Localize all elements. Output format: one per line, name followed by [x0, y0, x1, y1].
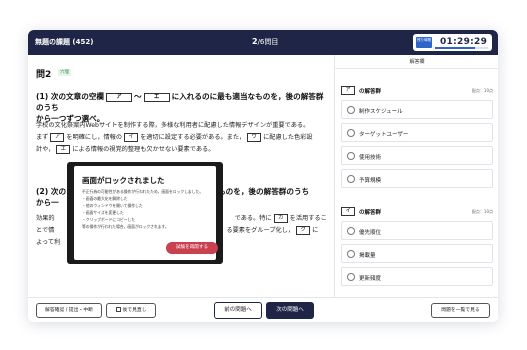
- page-suffix: /6問目: [257, 38, 279, 46]
- timer-label: 残り時間: [416, 37, 432, 48]
- radio-button[interactable]: [347, 106, 355, 114]
- radio-button[interactable]: [347, 227, 355, 235]
- question-body-1: 学校の文化祭案内Webサイトを制作する際，多様な利用者に配慮した情報デザインが重…: [36, 120, 328, 156]
- dialog-title: 画面がロックされました: [82, 176, 165, 185]
- body-text: 効果的: [36, 215, 55, 222]
- answer-option[interactable]: ターゲットユーザー: [341, 123, 493, 142]
- group-title: の解答群: [359, 210, 382, 216]
- radio-button[interactable]: [347, 129, 355, 137]
- heading-text: ～: [134, 92, 142, 101]
- question-number: 問2: [36, 70, 52, 80]
- dialog-line: 不正行為の可能性がある操作が行われたため，画面をロックしました。: [82, 189, 204, 194]
- radio-button[interactable]: [347, 152, 355, 160]
- group-title: の解答群: [359, 89, 382, 95]
- answer-option[interactable]: 予算規模: [341, 169, 493, 188]
- dialog-line: 等の操作が行われた場合，画面がロックされます。: [82, 224, 169, 229]
- submit-button[interactable]: 解答確認 / 提出・中断: [36, 303, 102, 318]
- dialog-line: ・画面の最大化を解除した: [82, 196, 128, 201]
- next-question-button[interactable]: 次の問題へ: [266, 302, 314, 319]
- screen-locked-dialog: 画面がロックされました 不正行為の可能性がある操作が行われたため，画面をロックし…: [67, 162, 223, 264]
- group-points: 配点：10点: [471, 88, 493, 93]
- blank-u: ウ: [247, 132, 262, 142]
- page-counter: 2/6問目: [252, 37, 278, 47]
- radio-button[interactable]: [347, 250, 355, 258]
- body-text: を明確にし，情報の: [66, 134, 123, 141]
- body-text: まず: [36, 134, 49, 141]
- timer-value: 01:29:29: [440, 37, 488, 47]
- body-text: よって利: [36, 239, 61, 246]
- option-label: 使用技術: [359, 155, 382, 161]
- heading-text: から一: [36, 198, 59, 207]
- dialog-line: ・画面サイズを変更した: [82, 210, 124, 215]
- option-label: 更新頻度: [359, 276, 382, 282]
- option-label: 優先順位: [359, 230, 382, 236]
- radio-button[interactable]: [347, 175, 355, 183]
- body-text: に配慮した色彩設: [263, 134, 313, 141]
- group-points: 配点：10点: [471, 209, 493, 214]
- blank-a: ア: [106, 92, 133, 102]
- option-label: ターゲットユーザー: [359, 132, 409, 138]
- exam-title: 無題の課題 (452): [35, 38, 94, 46]
- heading-text: (1) 次の文章の空欄: [36, 92, 105, 101]
- blank-ka: カ: [273, 213, 288, 223]
- blank-i: イ: [124, 132, 139, 142]
- footer-bar: 解答確認 / 提出・中断 後で見直し 前の問題へ 次の問題へ 問題を一覧で見る: [28, 297, 498, 322]
- resume-exam-button[interactable]: 試験を再開する: [166, 242, 218, 254]
- timer-progress-fill: [435, 47, 475, 49]
- body-text: による情報の視覚的整理も欠かせない要素である。: [72, 146, 215, 153]
- dialog-line: ・他のウィンドウを開いて操作した: [82, 203, 143, 208]
- answer-option[interactable]: 更新頻度: [341, 267, 493, 286]
- answer-option[interactable]: 優先順位: [341, 221, 493, 240]
- body-text: 学校の文化祭案内Webサイトを制作する際，多様な利用者に配慮した情報デザインが重…: [36, 122, 310, 129]
- timer: 残り時間 01:29:29: [413, 34, 492, 51]
- question-list-button[interactable]: 問題を一覧で見る: [431, 303, 490, 318]
- group-blank: ア: [341, 86, 355, 95]
- answer-option[interactable]: 使用技術: [341, 146, 493, 165]
- answer-option[interactable]: 制作スケジュール: [341, 100, 493, 119]
- review-later-label: 後で見直し: [122, 308, 147, 313]
- radio-button[interactable]: [347, 273, 355, 281]
- body-text: る要素をグループ化し，: [226, 227, 295, 234]
- answer-sheet-header: 解答欄: [335, 55, 498, 69]
- blank-ku: ク: [296, 225, 311, 235]
- body-text: とで情: [36, 227, 55, 234]
- option-label: 予算規模: [359, 178, 382, 184]
- body-text: 計や，: [36, 146, 55, 153]
- option-label: 掲載量: [359, 253, 376, 259]
- dialog-body: 画面がロックされました 不正行為の可能性がある操作が行われたため，画面をロックし…: [74, 166, 218, 260]
- body-text: に: [312, 227, 319, 234]
- bookmark-icon: [115, 307, 121, 312]
- body-text: を適切に設定する必要がある。また，: [140, 134, 246, 141]
- dialog-line: ・クリップボードにコピーした: [82, 217, 136, 222]
- body-text: である。特に: [234, 215, 272, 222]
- question-type-badge: 穴埋: [58, 69, 71, 76]
- header-bar: 無題の課題 (452) 2/6問目 残り時間 01:29:29: [28, 30, 498, 55]
- blank-e: エ: [56, 144, 71, 154]
- option-label: 制作スケジュール: [359, 109, 403, 115]
- heading-text: ものを，後の解答群のうち: [218, 187, 310, 196]
- body-text: を活用するこ: [289, 215, 327, 222]
- timer-progress-bar: [435, 47, 488, 49]
- review-later-button[interactable]: 後で見直し: [106, 303, 156, 318]
- group-blank: イ: [341, 207, 355, 216]
- prev-question-button[interactable]: 前の問題へ: [214, 302, 262, 319]
- answer-group-a: ア の解答群 配点：10点: [341, 85, 493, 97]
- blank-e: エ: [143, 92, 170, 102]
- blank-a: ア: [50, 132, 65, 142]
- answer-sheet: 解答欄 ア の解答群 配点：10点 制作スケジュール ターゲットユーザー 使用技…: [334, 55, 498, 297]
- answer-option[interactable]: 掲載量: [341, 244, 493, 263]
- answer-group-i: イ の解答群 配点：10点: [341, 206, 493, 218]
- heading-text: (2) 次の: [36, 187, 67, 196]
